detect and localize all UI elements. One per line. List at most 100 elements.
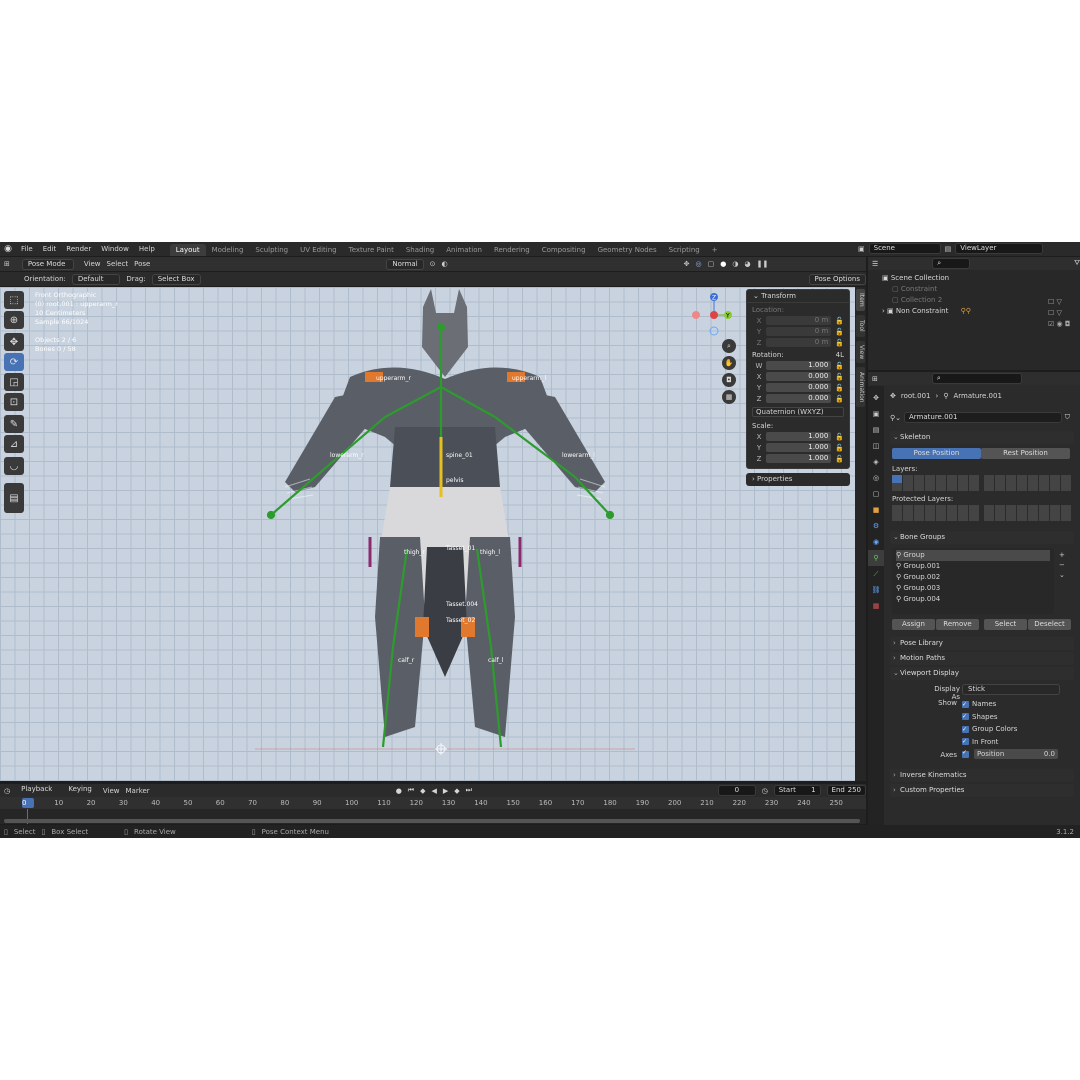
add-workspace-button[interactable]: +	[706, 244, 724, 256]
jump-start-icon[interactable]: ⏮	[408, 786, 414, 795]
play-icon[interactable]: ▶	[443, 787, 448, 795]
pause-icon[interactable]: ❚❚	[757, 260, 769, 268]
axes-checkbox[interactable]	[962, 749, 972, 758]
motion-paths-section[interactable]: Motion Paths	[890, 652, 1074, 665]
mode-dropdown[interactable]: Pose Mode	[21, 258, 74, 270]
tab-animation[interactable]: Animation	[440, 244, 488, 256]
list-item[interactable]: ⚲ Group.004	[896, 594, 1050, 605]
object-tab-icon[interactable]: ■	[868, 502, 884, 518]
marker-menu[interactable]: Marker	[125, 787, 149, 795]
rotation-w-row[interactable]: W 1.000 🔓	[747, 360, 849, 371]
shading-rendered-icon[interactable]: ◕	[744, 260, 750, 268]
shading-solid-icon[interactable]: ●	[720, 260, 726, 268]
select-box-tool-icon[interactable]: ⬚	[4, 291, 24, 309]
cursor-tool-icon[interactable]: ⊕	[4, 311, 24, 329]
measure-tool-icon[interactable]: ⊿	[4, 435, 24, 453]
annotate-tool-icon[interactable]: ✎	[4, 415, 24, 433]
list-item[interactable]: ⚲ Group	[896, 550, 1050, 561]
bone-layers-grid[interactable]	[892, 475, 980, 491]
rotation-z-row[interactable]: Z 0.000 🔓	[747, 393, 849, 404]
bone-layers-grid-2[interactable]	[984, 475, 1072, 491]
scale-y-row[interactable]: Y 1.000 🔓	[747, 442, 849, 453]
rest-position-button[interactable]: Rest Position	[981, 448, 1070, 459]
view-menu[interactable]: View	[84, 260, 101, 268]
properties-search[interactable]: ⌕	[931, 373, 1022, 384]
timeline-ruler[interactable]: 0 10 20 30 40 50 60 70 80 90 100 110 120 130 140 150 160…	[0, 797, 866, 809]
timeline-view-menu[interactable]: View	[103, 787, 120, 795]
relax-tool-icon[interactable]: ◡	[4, 457, 24, 475]
menu-help[interactable]: Help	[134, 242, 160, 256]
physics-tab-icon[interactable]: ◉	[868, 534, 884, 550]
tab-uv-editing[interactable]: UV Editing	[294, 244, 343, 256]
tab-sculpting[interactable]: Sculpting	[249, 244, 294, 256]
pose-options-dropdown[interactable]: Pose Options	[808, 273, 866, 285]
rotation-x-row[interactable]: X 0.000 🔓	[747, 371, 849, 382]
navigation-gizmo[interactable]: Z Y	[688, 289, 738, 339]
addon-tool-icon[interactable]: ▤	[4, 483, 24, 513]
bone-group-side-buttons[interactable]: + − ⌄	[1059, 550, 1065, 580]
zoom-icon[interactable]: ⌕	[722, 339, 736, 353]
output-tab-icon[interactable]: ▤	[868, 422, 884, 438]
scale-z-row[interactable]: Z 1.000 🔓	[747, 453, 849, 464]
outliner-search[interactable]: ⌕	[932, 258, 971, 269]
protected-layers-grid-2[interactable]	[984, 505, 1072, 521]
pose-position-button[interactable]: Pose Position	[892, 448, 981, 459]
playback-menu[interactable]: Playback	[16, 785, 57, 796]
select-menu[interactable]: Select	[107, 260, 129, 268]
tab-layout[interactable]: Layout	[169, 244, 206, 256]
display-as-dropdown[interactable]: Stick	[962, 684, 1060, 695]
proportional-icon[interactable]: ◐	[442, 260, 448, 268]
location-x-row[interactable]: X0 m 🔓	[747, 315, 849, 326]
tab-modeling[interactable]: Modeling	[206, 244, 250, 256]
blender-logo-icon[interactable]: ◉	[0, 242, 16, 256]
shading-material-icon[interactable]: ◑	[732, 260, 738, 268]
xray-icon[interactable]: ▢	[708, 260, 715, 268]
location-y-row[interactable]: Y0 m 🔓	[747, 326, 849, 337]
inverse-kinematics-section[interactable]: Inverse Kinematics	[890, 769, 1074, 782]
properties-type-icon[interactable]: ⊞	[872, 375, 878, 383]
current-frame-field[interactable]: 0	[717, 785, 756, 796]
tab-compositing[interactable]: Compositing	[536, 244, 592, 256]
scale-x-row[interactable]: X 1.000 🔓	[747, 431, 849, 442]
gizmo-icon[interactable]: ✥	[684, 260, 690, 268]
ortho-grid-icon[interactable]: ▦	[722, 390, 736, 404]
transform-tool-icon[interactable]: ⊡	[4, 393, 24, 411]
tab-texture-paint[interactable]: Texture Paint	[343, 244, 400, 256]
assign-button[interactable]: Assign	[892, 619, 935, 630]
bone-tab-icon[interactable]: ⟋	[868, 566, 884, 582]
texture-tab-icon[interactable]: ▦	[868, 598, 884, 614]
outliner-type-icon[interactable]: ☰	[872, 260, 878, 268]
list-item[interactable]: ⚲ Group.002	[896, 572, 1050, 583]
3d-viewport[interactable]: ⬚ ⊕ ✥ ⟳ ◲ ⊡ ✎ ⊿ ◡ ▤ Front Orthographic (…	[0, 287, 855, 781]
modifier-tab-icon[interactable]: ⚙	[868, 518, 884, 534]
deselect-button[interactable]: Deselect	[1028, 619, 1071, 630]
tab-tool[interactable]: Tool	[856, 315, 865, 337]
menu-edit[interactable]: Edit	[38, 242, 62, 256]
tab-geometry-nodes[interactable]: Geometry Nodes	[592, 244, 663, 256]
pan-hand-icon[interactable]: ✋	[722, 356, 736, 370]
armature-name-field[interactable]: Armature.001	[904, 412, 1062, 423]
scene-field[interactable]: Scene	[868, 243, 941, 254]
editor-type-icon[interactable]: ⊞	[4, 260, 10, 268]
axes-position-field[interactable]: Position 0.0	[974, 749, 1058, 759]
location-z-row[interactable]: Z0 m 🔓	[747, 337, 849, 348]
in-front-checkbox[interactable]: In Front	[962, 736, 1017, 749]
protected-layers-grid[interactable]	[892, 505, 980, 521]
camera-icon[interactable]: ◘	[722, 373, 736, 387]
record-icon[interactable]: ●	[396, 787, 402, 795]
pose-library-section[interactable]: Pose Library	[890, 637, 1074, 650]
list-item[interactable]: ⚲ Group.003	[896, 583, 1050, 594]
overlay-icon[interactable]: ◎	[696, 260, 702, 268]
jump-keyframe-forward-icon[interactable]: ◆	[454, 787, 459, 795]
menu-render[interactable]: Render	[61, 242, 96, 256]
collection-tab-icon[interactable]: ▢	[868, 486, 884, 502]
jump-keyframe-back-icon[interactable]: ◆	[420, 787, 425, 795]
keying-menu[interactable]: Keying	[63, 785, 97, 796]
outliner-item-constraint[interactable]: ▢ Constraint	[882, 284, 1080, 295]
start-frame-field[interactable]: Start 1	[773, 785, 821, 796]
scale-tool-icon[interactable]: ◲	[4, 373, 24, 391]
armature-data-tab-icon[interactable]: ⚲	[868, 550, 884, 566]
character-model[interactable]	[255, 287, 635, 781]
tab-item[interactable]: Item	[856, 289, 865, 311]
tab-animation-sidebar[interactable]: Animation	[856, 367, 865, 407]
